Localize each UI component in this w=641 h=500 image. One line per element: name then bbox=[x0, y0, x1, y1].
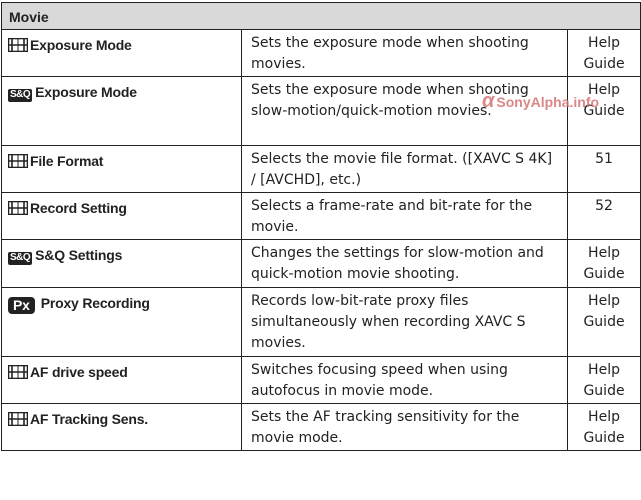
page-reference: Help Guide bbox=[566, 403, 641, 451]
page-reference: 51 bbox=[566, 145, 641, 193]
setting-description: Selects a frame-rate and bit-rate for th… bbox=[241, 192, 568, 240]
alpha-logo-icon: α bbox=[482, 90, 495, 112]
movie-settings-table: Movie Exposure Mode Sets the exposure mo… bbox=[0, 2, 641, 451]
movie-icon bbox=[7, 411, 29, 432]
table-row: S&Q S&Q Settings Changes the settings for… bbox=[1, 239, 641, 288]
setting-name: File Format bbox=[30, 153, 104, 169]
setting-description: Sets the exposure mode when shooting mov… bbox=[241, 29, 568, 77]
page-reference: Help Guide bbox=[566, 287, 641, 357]
sq-icon: S&Q bbox=[8, 252, 33, 265]
setting-name-cell: Exposure Mode bbox=[1, 29, 242, 77]
setting-name: Proxy Recording bbox=[40, 295, 150, 311]
setting-name: Exposure Mode bbox=[35, 84, 137, 100]
setting-name-cell: AF Tracking Sens. bbox=[1, 403, 242, 451]
setting-name: S&Q Settings bbox=[35, 247, 123, 263]
table-row: Exposure Mode Sets the exposure mode whe… bbox=[1, 29, 641, 77]
setting-name-cell: S&Q Exposure Mode bbox=[1, 76, 242, 146]
setting-name-cell: AF drive speed bbox=[1, 356, 242, 404]
setting-name: Record Setting bbox=[30, 200, 127, 216]
movie-icon bbox=[7, 200, 29, 221]
setting-description: Sets the AF tracking sensitivity for the… bbox=[241, 403, 568, 451]
table-row: AF Tracking Sens. Sets the AF tracking s… bbox=[1, 403, 641, 451]
setting-name: AF drive speed bbox=[30, 364, 128, 380]
setting-name-cell: Px Proxy Recording bbox=[1, 287, 242, 357]
page-reference: Help Guide bbox=[566, 239, 641, 288]
setting-description: Changes the settings for slow-motion and… bbox=[241, 239, 568, 288]
table-row: File Format Selects the movie file forma… bbox=[1, 145, 641, 193]
px-icon: Px bbox=[8, 297, 35, 314]
table-row: AF drive speed Switches focusing speed w… bbox=[1, 356, 641, 404]
page-reference: Help Guide bbox=[566, 356, 641, 404]
movie-icon bbox=[7, 37, 29, 58]
movie-icon bbox=[7, 364, 29, 385]
table-row: Record Setting Selects a frame-rate and … bbox=[1, 192, 641, 240]
sq-icon: S&Q bbox=[8, 89, 33, 102]
movie-icon bbox=[7, 153, 29, 174]
setting-name-cell: File Format bbox=[1, 145, 242, 193]
setting-description: Records low-bit-rate proxy files simulta… bbox=[241, 287, 568, 357]
setting-name-cell: S&Q S&Q Settings bbox=[1, 239, 242, 288]
page-reference: Help Guide bbox=[566, 29, 641, 77]
watermark: α SonyAlpha.info bbox=[482, 90, 599, 113]
setting-description: Selects the movie file format. ([XAVC S … bbox=[241, 145, 568, 193]
setting-description: Switches focusing speed when using autof… bbox=[241, 356, 568, 404]
watermark-text: SonyAlpha.info bbox=[496, 94, 600, 110]
table-header-row: Movie bbox=[0, 2, 641, 30]
table-row: Px Proxy Recording Records low-bit-rate p… bbox=[1, 287, 641, 357]
section-title: Movie bbox=[0, 2, 641, 30]
setting-name-cell: Record Setting bbox=[1, 192, 242, 240]
setting-name: AF Tracking Sens. bbox=[30, 411, 148, 427]
page-reference: 52 bbox=[566, 192, 641, 240]
setting-name: Exposure Mode bbox=[30, 37, 132, 53]
